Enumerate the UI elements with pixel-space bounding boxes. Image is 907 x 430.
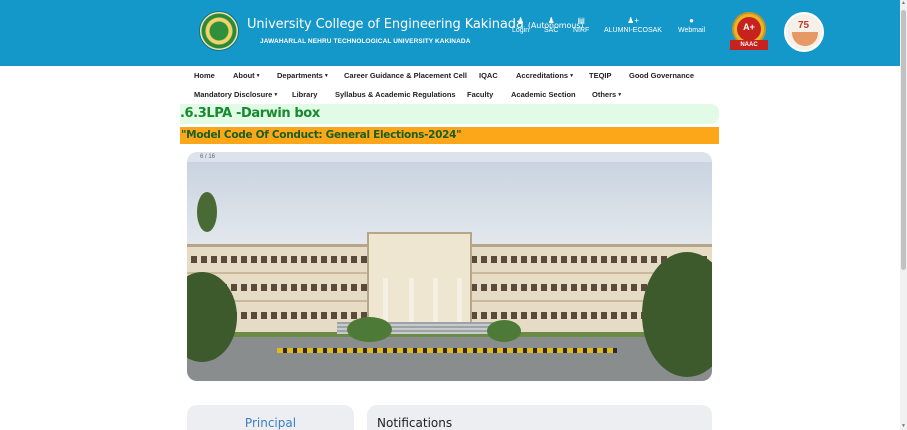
notifications-card: Notifications [367, 405, 712, 430]
nav-iqac[interactable]: IQAC [479, 71, 498, 80]
notifications-heading: Notifications [377, 416, 453, 430]
placement-marquee[interactable]: .6.3LPA -Darwin box [180, 104, 719, 124]
alumni-label: ALUMNI-ECOSAK [604, 27, 662, 34]
sac-label: SAC [544, 27, 559, 34]
nirf-label: NIRF [573, 27, 590, 34]
caret-down-icon: ▼ [255, 73, 261, 80]
caret-down-icon: ▼ [617, 92, 623, 99]
notice-marquee[interactable]: "Model Code Of Conduct: General Election… [180, 127, 719, 144]
main-nav: Home About▼ Departments▼ Career Guidance… [0, 66, 900, 104]
college-logo-icon[interactable] [199, 11, 239, 51]
anniversary-number: 75 [798, 20, 810, 31]
nav-mandatory-disclosure[interactable]: Mandatory Disclosure▼ [194, 90, 278, 99]
naac-grade: A+ [737, 17, 761, 41]
principal-card: Principal [187, 405, 354, 430]
login-label: Login [512, 27, 530, 34]
emblem-ribbon-icon [792, 32, 818, 46]
nav-home[interactable]: Home [194, 71, 215, 80]
nav-accreditations[interactable]: Accreditations▼ [516, 71, 574, 80]
nav-academic-section[interactable]: Academic Section [511, 90, 576, 99]
caret-down-icon: ▼ [273, 92, 279, 99]
notice-marquee-text: "Model Code Of Conduct: General Election… [181, 129, 462, 141]
site-header: University College of Engineering Kakina… [0, 0, 907, 66]
sac-link[interactable]: ♟ SAC [544, 16, 558, 34]
nirf-link[interactable]: ▤ NIRF [573, 16, 589, 34]
alumni-link[interactable]: ♟+ ALUMNI-ECOSAK [604, 16, 662, 34]
nav-departments[interactable]: Departments▼ [277, 71, 329, 80]
globe-icon: ● [689, 16, 694, 25]
document-icon: ▤ [577, 16, 585, 25]
nav-faculty[interactable]: Faculty [467, 90, 493, 99]
anniversary-emblem: 75 [784, 12, 824, 52]
campus-image-slider[interactable]: 6 / 16 [187, 152, 712, 381]
placement-marquee-text: .6.3LPA -Darwin box [180, 106, 320, 121]
login-link[interactable]: ♟ Login [512, 16, 529, 34]
group-icon: ♟ [547, 16, 555, 25]
add-user-icon: ♟+ [627, 16, 639, 25]
webmail-link[interactable]: ● Webmail [678, 16, 705, 34]
caret-down-icon: ▼ [323, 73, 329, 80]
slide-fence [277, 348, 617, 353]
nav-others[interactable]: Others▼ [592, 90, 622, 99]
naac-badge: A+ NAAC [727, 10, 771, 54]
slide-counter: 6 / 16 [200, 154, 216, 160]
nav-library[interactable]: Library [292, 90, 317, 99]
naac-label: NAAC [730, 40, 768, 50]
site-title-text: University College of Engineering Kakina… [247, 17, 524, 32]
scroll-up-icon[interactable]: ▲ [901, 1, 906, 6]
page-scrollbar[interactable]: ▲ ▼ [900, 0, 907, 430]
caret-down-icon: ▼ [569, 73, 575, 80]
nav-good-governance[interactable]: Good Governance [629, 71, 694, 80]
principal-heading: Principal [244, 416, 297, 430]
webmail-label: Webmail [678, 27, 706, 34]
nav-about[interactable]: About▼ [233, 71, 261, 80]
slide-road [187, 337, 712, 381]
nav-career-guidance[interactable]: Career Guidance & Placement Cell [344, 71, 467, 80]
university-subtitle: JAWAHARLAL NEHRU TECHNOLOGICAL UNIVERSIT… [260, 38, 471, 45]
site-title[interactable]: University College of Engineering Kakina… [247, 17, 583, 32]
scrollbar-thumb[interactable] [901, 10, 906, 270]
nav-teqip[interactable]: TEQIP [589, 71, 612, 80]
nav-syllabus[interactable]: Syllabus & Academic Regulations [335, 90, 456, 99]
scroll-down-icon[interactable]: ▼ [901, 424, 906, 429]
user-icon: ♟ [516, 16, 525, 25]
